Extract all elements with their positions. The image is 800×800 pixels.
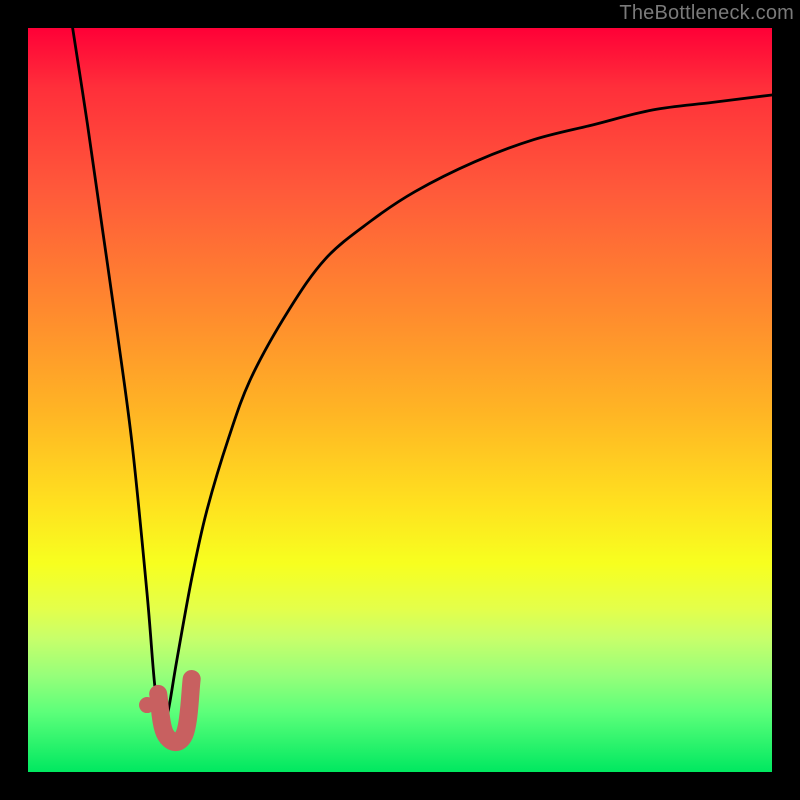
marker-j-stroke [158,679,191,742]
plot-area [28,28,772,772]
chart-svg [28,28,772,772]
marker-dot [139,697,155,713]
curve-left-branch [73,28,162,742]
watermark-text: TheBottleneck.com [619,2,794,25]
curve-right-branch [162,95,772,742]
outer-frame: TheBottleneck.com [0,0,800,800]
